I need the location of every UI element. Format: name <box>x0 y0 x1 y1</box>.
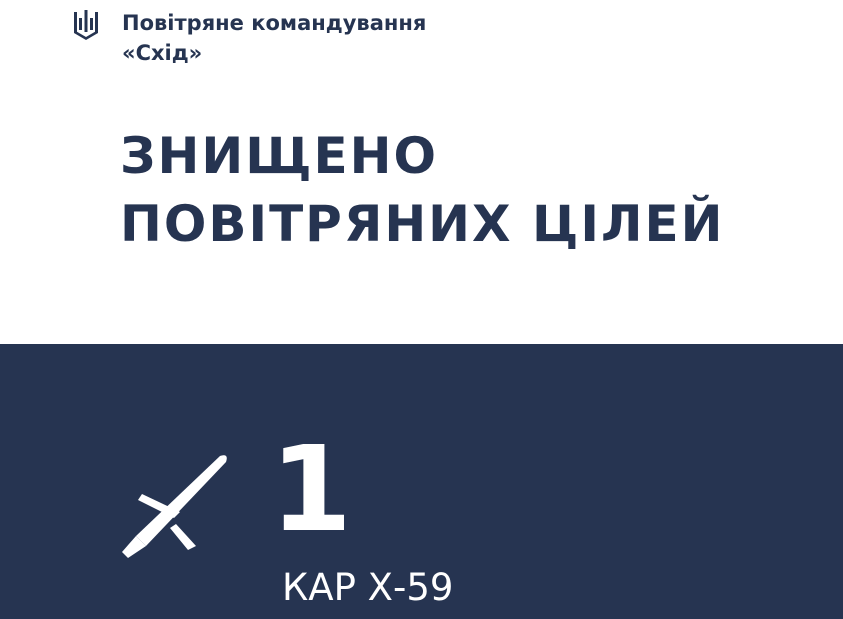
organization-line-2: «Схід» <box>122 41 203 65</box>
headline-line-2: ПОВІТРЯНИХ ЦІЛЕЙ <box>120 195 725 253</box>
trident-icon <box>72 10 100 40</box>
target-type: КАР Х-59 <box>282 566 454 609</box>
header: Повітряне командування «Схід» <box>72 8 672 78</box>
results-panel: 1 КАР Х-59 <box>0 344 843 619</box>
cruise-missile-icon <box>116 454 228 560</box>
organization-line-1: Повітряне командування <box>122 11 427 35</box>
headline-line-1: ЗНИЩЕНО <box>120 127 439 185</box>
headline: ЗНИЩЕНО ПОВІТРЯНИХ ЦІЛЕЙ <box>120 122 725 258</box>
target-count: 1 <box>270 420 353 558</box>
organization-name: Повітряне командування «Схід» <box>122 8 426 68</box>
